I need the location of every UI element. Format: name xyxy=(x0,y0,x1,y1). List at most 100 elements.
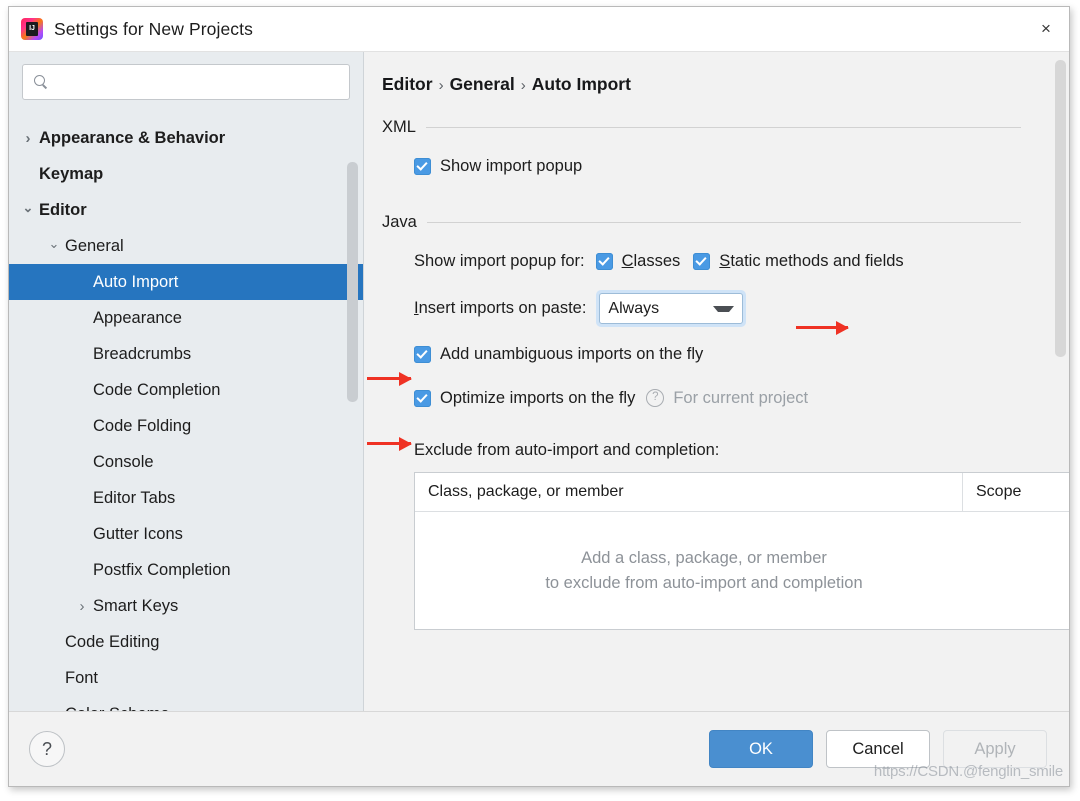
chevron-down-icon xyxy=(713,306,734,312)
breadcrumb-separator-icon: › xyxy=(521,77,526,94)
sidebar-item-general[interactable]: General xyxy=(9,228,363,264)
sidebar-item-code-completion[interactable]: Code Completion xyxy=(9,372,363,408)
sidebar-item-label: Appearance & Behavior xyxy=(39,129,225,148)
checkbox-static-methods[interactable] xyxy=(693,253,710,270)
search-icon xyxy=(34,75,49,90)
group-divider xyxy=(427,222,1021,223)
row-show-import-popup-xml: Show import popup xyxy=(382,153,1069,179)
sidebar-item-label: Code Completion xyxy=(93,381,221,400)
chevron-down-icon[interactable] xyxy=(43,240,65,253)
sidebar-item-gutter-icons[interactable]: Gutter Icons xyxy=(9,516,363,552)
apply-button: Apply xyxy=(943,730,1047,768)
insert-imports-select-focus-ring: Always xyxy=(596,290,746,327)
mnemonic-static-methods: S xyxy=(719,252,730,270)
search-box[interactable] xyxy=(22,64,350,100)
sidebar-item-label: Postfix Completion xyxy=(93,561,231,580)
sidebar-item-code-editing[interactable]: Code Editing xyxy=(9,624,363,660)
group-header-xml: XML xyxy=(382,118,1069,137)
sidebar-item-appearance-behavior[interactable]: Appearance & Behavior xyxy=(9,120,363,156)
sidebar-item-editor[interactable]: Editor xyxy=(9,192,363,228)
sidebar-item-label: Appearance xyxy=(93,309,182,328)
label-classes-rest: lasses xyxy=(634,252,681,270)
row-insert-imports-on-paste: Insert imports on paste: Always xyxy=(382,290,1069,327)
settings-sidebar: Appearance & Behavior Keymap Editor General… xyxy=(9,52,364,711)
sidebar-item-label: Auto Import xyxy=(93,273,178,292)
sidebar-item-label: Gutter Icons xyxy=(93,525,183,544)
sidebar-item-postfix-completion[interactable]: Postfix Completion xyxy=(9,552,363,588)
chevron-right-icon[interactable] xyxy=(17,131,39,146)
sidebar-item-font[interactable]: Font xyxy=(9,660,363,696)
label-insert-rest: nsert imports on paste: xyxy=(419,299,587,317)
breadcrumb-separator-icon: › xyxy=(439,77,444,94)
ok-button[interactable]: OK xyxy=(709,730,813,768)
checkbox-add-unambiguous-imports[interactable] xyxy=(414,346,431,363)
empty-state-line-2: to exclude from auto-import and completi… xyxy=(545,574,862,593)
label-add-unambiguous-imports: Add unambiguous imports on the fly xyxy=(440,345,703,364)
sidebar-item-console[interactable]: Console xyxy=(9,444,363,480)
search-container xyxy=(9,52,363,110)
settings-main-panel: Editor › General › Auto Import XML Show impo… xyxy=(364,52,1069,711)
hint-for-current-project: For current project xyxy=(673,389,808,408)
breadcrumb-part-editor[interactable]: Editor xyxy=(382,74,433,94)
chevron-right-icon[interactable] xyxy=(71,599,93,614)
sidebar-item-code-folding[interactable]: Code Folding xyxy=(9,408,363,444)
sidebar-item-appearance[interactable]: Appearance xyxy=(9,300,363,336)
group-divider xyxy=(426,127,1021,128)
group-header-java: Java xyxy=(382,213,1069,232)
insert-imports-select-value: Always xyxy=(608,300,713,318)
main-scrollbar-thumb[interactable] xyxy=(1055,60,1066,357)
search-input[interactable] xyxy=(57,73,341,92)
label-exclude-from-auto-import: Exclude from auto-import and completion: xyxy=(382,441,1069,460)
sidebar-item-label: General xyxy=(65,237,124,256)
checkbox-show-import-popup[interactable] xyxy=(414,158,431,175)
sidebar-item-color-scheme[interactable]: Color Scheme xyxy=(9,696,363,711)
sidebar-item-label: Editor Tabs xyxy=(93,489,175,508)
column-header-scope[interactable]: Scope xyxy=(963,473,1069,511)
screenshot-root: Settings for New Projects × Appearance &… xyxy=(0,0,1080,801)
sidebar-item-editor-tabs[interactable]: Editor Tabs xyxy=(9,480,363,516)
main-content: Editor › General › Auto Import XML Show impo… xyxy=(364,52,1069,711)
title-bar: Settings for New Projects × xyxy=(9,7,1069,51)
sidebar-item-label: Smart Keys xyxy=(93,597,178,616)
sidebar-item-label: Font xyxy=(65,669,98,688)
insert-imports-select[interactable]: Always xyxy=(599,293,743,324)
sidebar-item-label: Editor xyxy=(39,201,87,220)
sidebar-item-smart-keys[interactable]: Smart Keys xyxy=(9,588,363,624)
exclude-table-empty-state: Add a class, package, or member to exclu… xyxy=(415,512,1069,630)
sidebar-item-keymap[interactable]: Keymap xyxy=(9,156,363,192)
label-static-methods-rest: tatic methods and fields xyxy=(730,252,903,270)
label-show-import-popup: Show import popup xyxy=(440,157,582,176)
settings-tree: Appearance & Behavior Keymap Editor General… xyxy=(9,120,363,711)
dialog-body: Appearance & Behavior Keymap Editor General… xyxy=(9,51,1069,711)
sidebar-item-auto-import[interactable]: Auto Import xyxy=(9,264,363,300)
settings-dialog: Settings for New Projects × Appearance &… xyxy=(8,6,1070,787)
cancel-button[interactable]: Cancel xyxy=(826,730,930,768)
group-title-java: Java xyxy=(382,213,427,232)
chevron-down-icon[interactable] xyxy=(17,204,39,217)
help-button[interactable]: ? xyxy=(29,731,65,767)
breadcrumb-part-auto-import: Auto Import xyxy=(532,74,631,94)
label-classes: Classes xyxy=(622,252,681,271)
sidebar-item-label: Keymap xyxy=(39,165,103,184)
mnemonic-classes: C xyxy=(622,252,634,270)
group-title-xml: XML xyxy=(382,118,426,137)
exclude-table[interactable]: Class, package, or member Scope Add a cl… xyxy=(414,472,1069,630)
exclude-table-header: Class, package, or member Scope xyxy=(415,473,1069,512)
sidebar-item-breadcrumbs[interactable]: Breadcrumbs xyxy=(9,336,363,372)
label-static-methods: Static methods and fields xyxy=(719,252,903,271)
label-optimize-imports: Optimize imports on the fly xyxy=(440,389,635,408)
sidebar-scrollbar-thumb[interactable] xyxy=(347,162,358,402)
close-icon[interactable]: × xyxy=(1023,7,1069,51)
breadcrumb-part-general[interactable]: General xyxy=(450,74,515,94)
help-circle-icon[interactable]: ? xyxy=(646,389,664,407)
sidebar-item-label: Code Folding xyxy=(93,417,191,436)
label-show-import-popup-for: Show import popup for: xyxy=(414,252,585,271)
sidebar-item-label: Breadcrumbs xyxy=(93,345,191,364)
checkbox-optimize-imports[interactable] xyxy=(414,390,431,407)
window-title: Settings for New Projects xyxy=(54,19,253,40)
label-insert-imports-on-paste: Insert imports on paste: xyxy=(414,299,586,318)
row-show-import-popup-for: Show import popup for: Classes Static me… xyxy=(382,248,1069,274)
checkbox-classes[interactable] xyxy=(596,253,613,270)
column-header-class-package-member[interactable]: Class, package, or member xyxy=(415,473,963,511)
row-add-unambiguous-imports: Add unambiguous imports on the fly xyxy=(382,341,1069,367)
